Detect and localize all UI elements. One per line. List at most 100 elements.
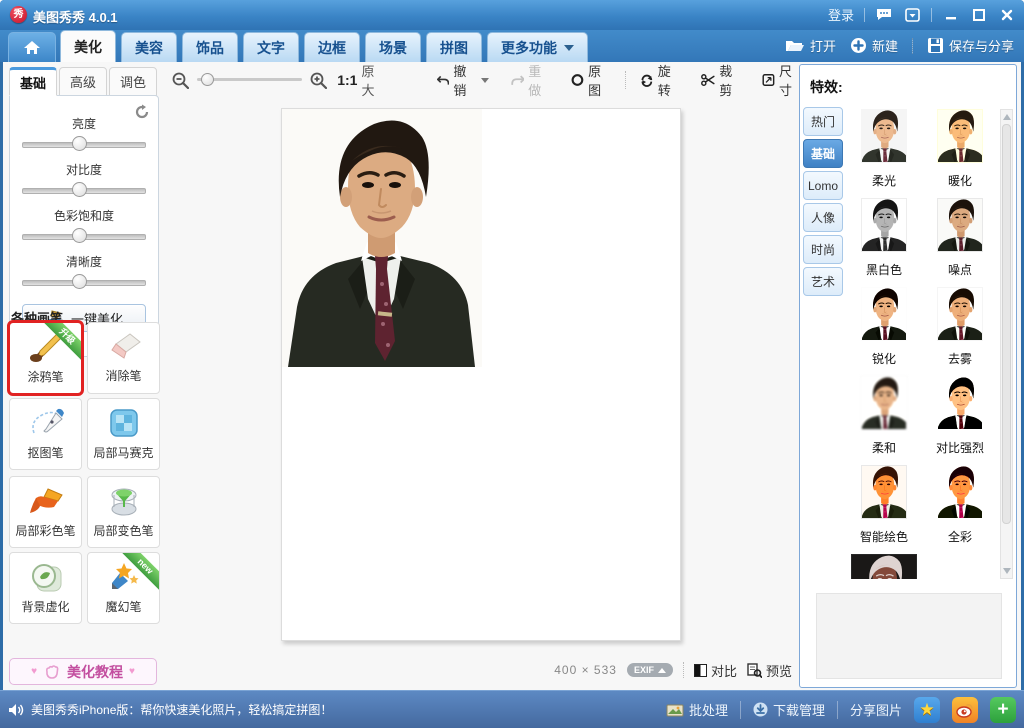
save-share-button[interactable]: 保存与分享 [927,36,1014,55]
actual-size-button[interactable]: 1:1 [337,72,357,88]
clarity-slider-handle[interactable] [72,274,87,289]
adjust-tab-advanced[interactable]: 高级 [59,67,107,96]
saturation-slider[interactable] [22,228,146,244]
download-label: 下载管理 [772,703,825,718]
content-area: 基础 高级 调色 亮度 对比度 色彩饱和度 清晰度 一键美化 各种画笔 涂鸦笔 … [3,62,1021,690]
maximize-button[interactable] [970,7,988,23]
preview-button[interactable]: 预览 [747,661,792,680]
category-basic[interactable]: 基础 [803,139,843,168]
effect-item[interactable]: 锐化 [846,287,922,376]
contrast-slider[interactable] [22,182,146,198]
hand-icon [45,664,59,679]
login-link[interactable]: 登录 [828,5,854,24]
clarity-label: 清晰度 [65,255,102,269]
undo-dropdown-icon[interactable] [480,77,489,83]
beautify-tutorial-button[interactable]: ♥ 美化教程 ♥ [9,658,157,685]
category-hot[interactable]: 热门 [803,107,843,136]
download-manager-button[interactable]: 下载管理 [753,700,825,719]
close-button[interactable] [998,7,1016,23]
minimize-button[interactable] [942,7,960,23]
redo-button[interactable]: 重做 [510,61,550,99]
adjust-tab-basic[interactable]: 基础 [9,67,57,96]
effect-item[interactable]: 柔和 [846,376,922,465]
adjust-tab-color[interactable]: 调色 [109,67,157,96]
effect-item[interactable]: 去雾 [922,287,998,376]
brush-doodle-pen[interactable]: 涂鸦笔 升级 [7,320,84,396]
category-art[interactable]: 艺术 [803,267,843,296]
effect-thumbnail [861,376,907,430]
status-message[interactable]: 美图秀秀iPhone版：帮你快速美化照片，轻松搞定拼图！ [8,701,332,718]
effect-item[interactable]: 柔光 [846,109,922,198]
resize-button[interactable]: 尺寸 [762,61,800,99]
brightness-slider-handle[interactable] [72,136,87,151]
contrast-slider-handle[interactable] [72,182,87,197]
tab-frames[interactable]: 边框 [304,32,360,62]
qzone-icon[interactable]: ★ [914,696,940,723]
saturation-slider-handle[interactable] [72,228,87,243]
zoom-out-icon[interactable] [172,72,189,89]
blur-lens-icon [31,564,61,592]
rotate-button[interactable]: 旋转 [640,61,679,99]
category-fashion[interactable]: 时尚 [803,235,843,264]
open-button[interactable]: 打开 [785,36,836,55]
brush-cutout-pen[interactable]: 抠图笔 [9,398,82,470]
add-share-icon[interactable]: + [990,696,1016,723]
original-image-button[interactable]: 原图 [571,61,609,99]
brightness-slider[interactable] [22,136,146,152]
home-tab[interactable] [8,32,56,62]
effect-item[interactable]: 对比强烈 [922,376,998,465]
tab-more-features[interactable]: 更多功能 [487,32,588,62]
image-canvas[interactable] [281,108,681,641]
scroll-down-icon[interactable] [1003,568,1011,574]
category-portrait[interactable]: 人像 [803,203,843,232]
tab-accessories[interactable]: 饰品 [182,32,238,62]
pen-nib-icon [31,408,64,434]
brush-background-blur[interactable]: 背景虚化 [9,552,82,624]
tab-cosmetics[interactable]: 美容 [121,32,177,62]
effect-item[interactable]: 噪点 [922,198,998,287]
effect-item[interactable]: 黑白色 [846,198,922,287]
brush-local-mosaic[interactable]: 局部马赛克 [87,398,160,470]
zoom-in-icon[interactable] [310,72,328,89]
brush-magic-pen[interactable]: 魔幻笔 new [87,552,160,624]
compare-button[interactable]: 对比 [693,661,737,680]
exif-badge[interactable]: EXIF [626,663,673,677]
titlebar-separator [864,7,865,22]
tab-beautify[interactable]: 美化 [60,30,116,62]
new-button[interactable]: 新建 [850,36,898,55]
effect-item[interactable]: 暖化 [922,109,998,198]
brush-label: 消除笔 [105,369,142,383]
share-image-button[interactable]: 分享图片 [850,700,902,719]
clarity-slider[interactable] [22,274,146,290]
scrollbar-thumb[interactable] [1002,124,1011,524]
skin-menu-icon[interactable] [903,7,921,23]
titlebar: 秀 美图秀秀 4.0.1 登录 [0,0,1024,30]
reset-icon[interactable] [134,104,150,120]
canvas-status-row: 400 × 533 EXIF 对比 预览 [166,658,800,682]
effect-item-partial[interactable] [846,554,922,579]
brightness-slider-block: 亮度 [22,115,146,152]
tab-collage[interactable]: 拼图 [426,32,482,62]
scroll-up-icon[interactable] [1003,114,1011,120]
effects-scrollbar[interactable] [1000,109,1013,579]
category-lomo[interactable]: Lomo [803,171,843,200]
speaker-icon [9,703,24,716]
tab-text[interactable]: 文字 [243,32,299,62]
crop-button[interactable]: 裁剪 [700,61,740,99]
zoom-slider[interactable] [197,73,303,87]
contrast-slider-block: 对比度 [22,161,146,198]
brush-eraser-pen[interactable]: 消除笔 [87,322,160,394]
brush-local-color-pen[interactable]: 局部彩色笔 [9,476,82,548]
effect-item[interactable]: 智能绘色 [846,465,922,554]
chevron-down-icon [564,44,574,51]
batch-process-button[interactable]: 批处理 [666,700,728,719]
brush-label: 抠图笔 [27,446,64,460]
effect-item[interactable]: 全彩 [922,465,998,554]
brush-label: 魔幻笔 [105,600,142,614]
brush-local-recolor-pen[interactable]: 局部变色笔 [87,476,160,548]
tab-scenes[interactable]: 场景 [365,32,421,62]
undo-button[interactable]: 撤销 [436,61,489,99]
zoom-slider-handle[interactable] [201,73,214,86]
feedback-icon[interactable] [875,7,893,23]
weibo-icon[interactable] [952,696,978,723]
